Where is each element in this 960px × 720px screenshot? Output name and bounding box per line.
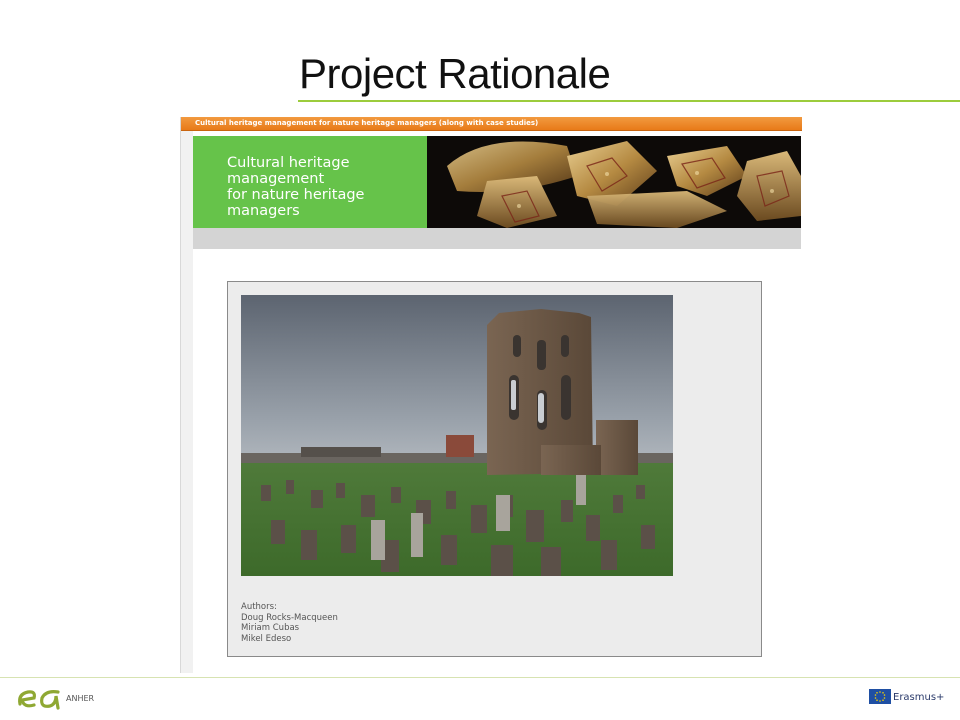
banner-title: Cultural heritage management for nature … — [227, 155, 417, 219]
gold-artifacts-illustration — [427, 136, 801, 228]
document-left-margin — [181, 131, 193, 673]
eu-flag-icon — [869, 689, 891, 704]
author-name: Miriam Cubas — [241, 623, 300, 633]
banner-title-box: Cultural heritage management for nature … — [193, 136, 427, 228]
authors-list: Authors: Doug Rocks-Macqueen Miriam Cuba… — [241, 602, 338, 644]
erasmus-plus-label: Erasmus+ — [893, 692, 945, 703]
cover-panel: Authors: Doug Rocks-Macqueen Miriam Cuba… — [227, 281, 762, 657]
footer-brand-label: ANHER — [66, 694, 95, 703]
banner-title-line: for nature heritage — [227, 187, 365, 203]
title-underline — [298, 100, 960, 102]
document-screenshot: Cultural heritage management for nature … — [180, 117, 802, 673]
author-name: Doug Rocks-Macqueen — [241, 612, 338, 623]
authors-heading: Authors: — [241, 602, 277, 612]
banner-title-line: Cultural heritage — [227, 155, 350, 171]
banner-title-line: management — [227, 171, 325, 187]
abbey-graveyard-illustration — [241, 295, 673, 576]
slide-title: Project Rationale — [299, 50, 611, 97]
abbey-ruins-photo — [241, 295, 673, 576]
banner-artifacts-image — [427, 136, 801, 228]
banner-title-line: managers — [227, 203, 300, 219]
banner-divider-bar — [193, 228, 801, 249]
anher-logo-icon — [16, 686, 62, 712]
document-header-text: Cultural heritage management for nature … — [195, 119, 539, 127]
author-name: Mikel Edeso — [241, 633, 292, 644]
document-header-bar: Cultural heritage management for nature … — [181, 117, 802, 131]
footer-divider — [0, 677, 960, 678]
